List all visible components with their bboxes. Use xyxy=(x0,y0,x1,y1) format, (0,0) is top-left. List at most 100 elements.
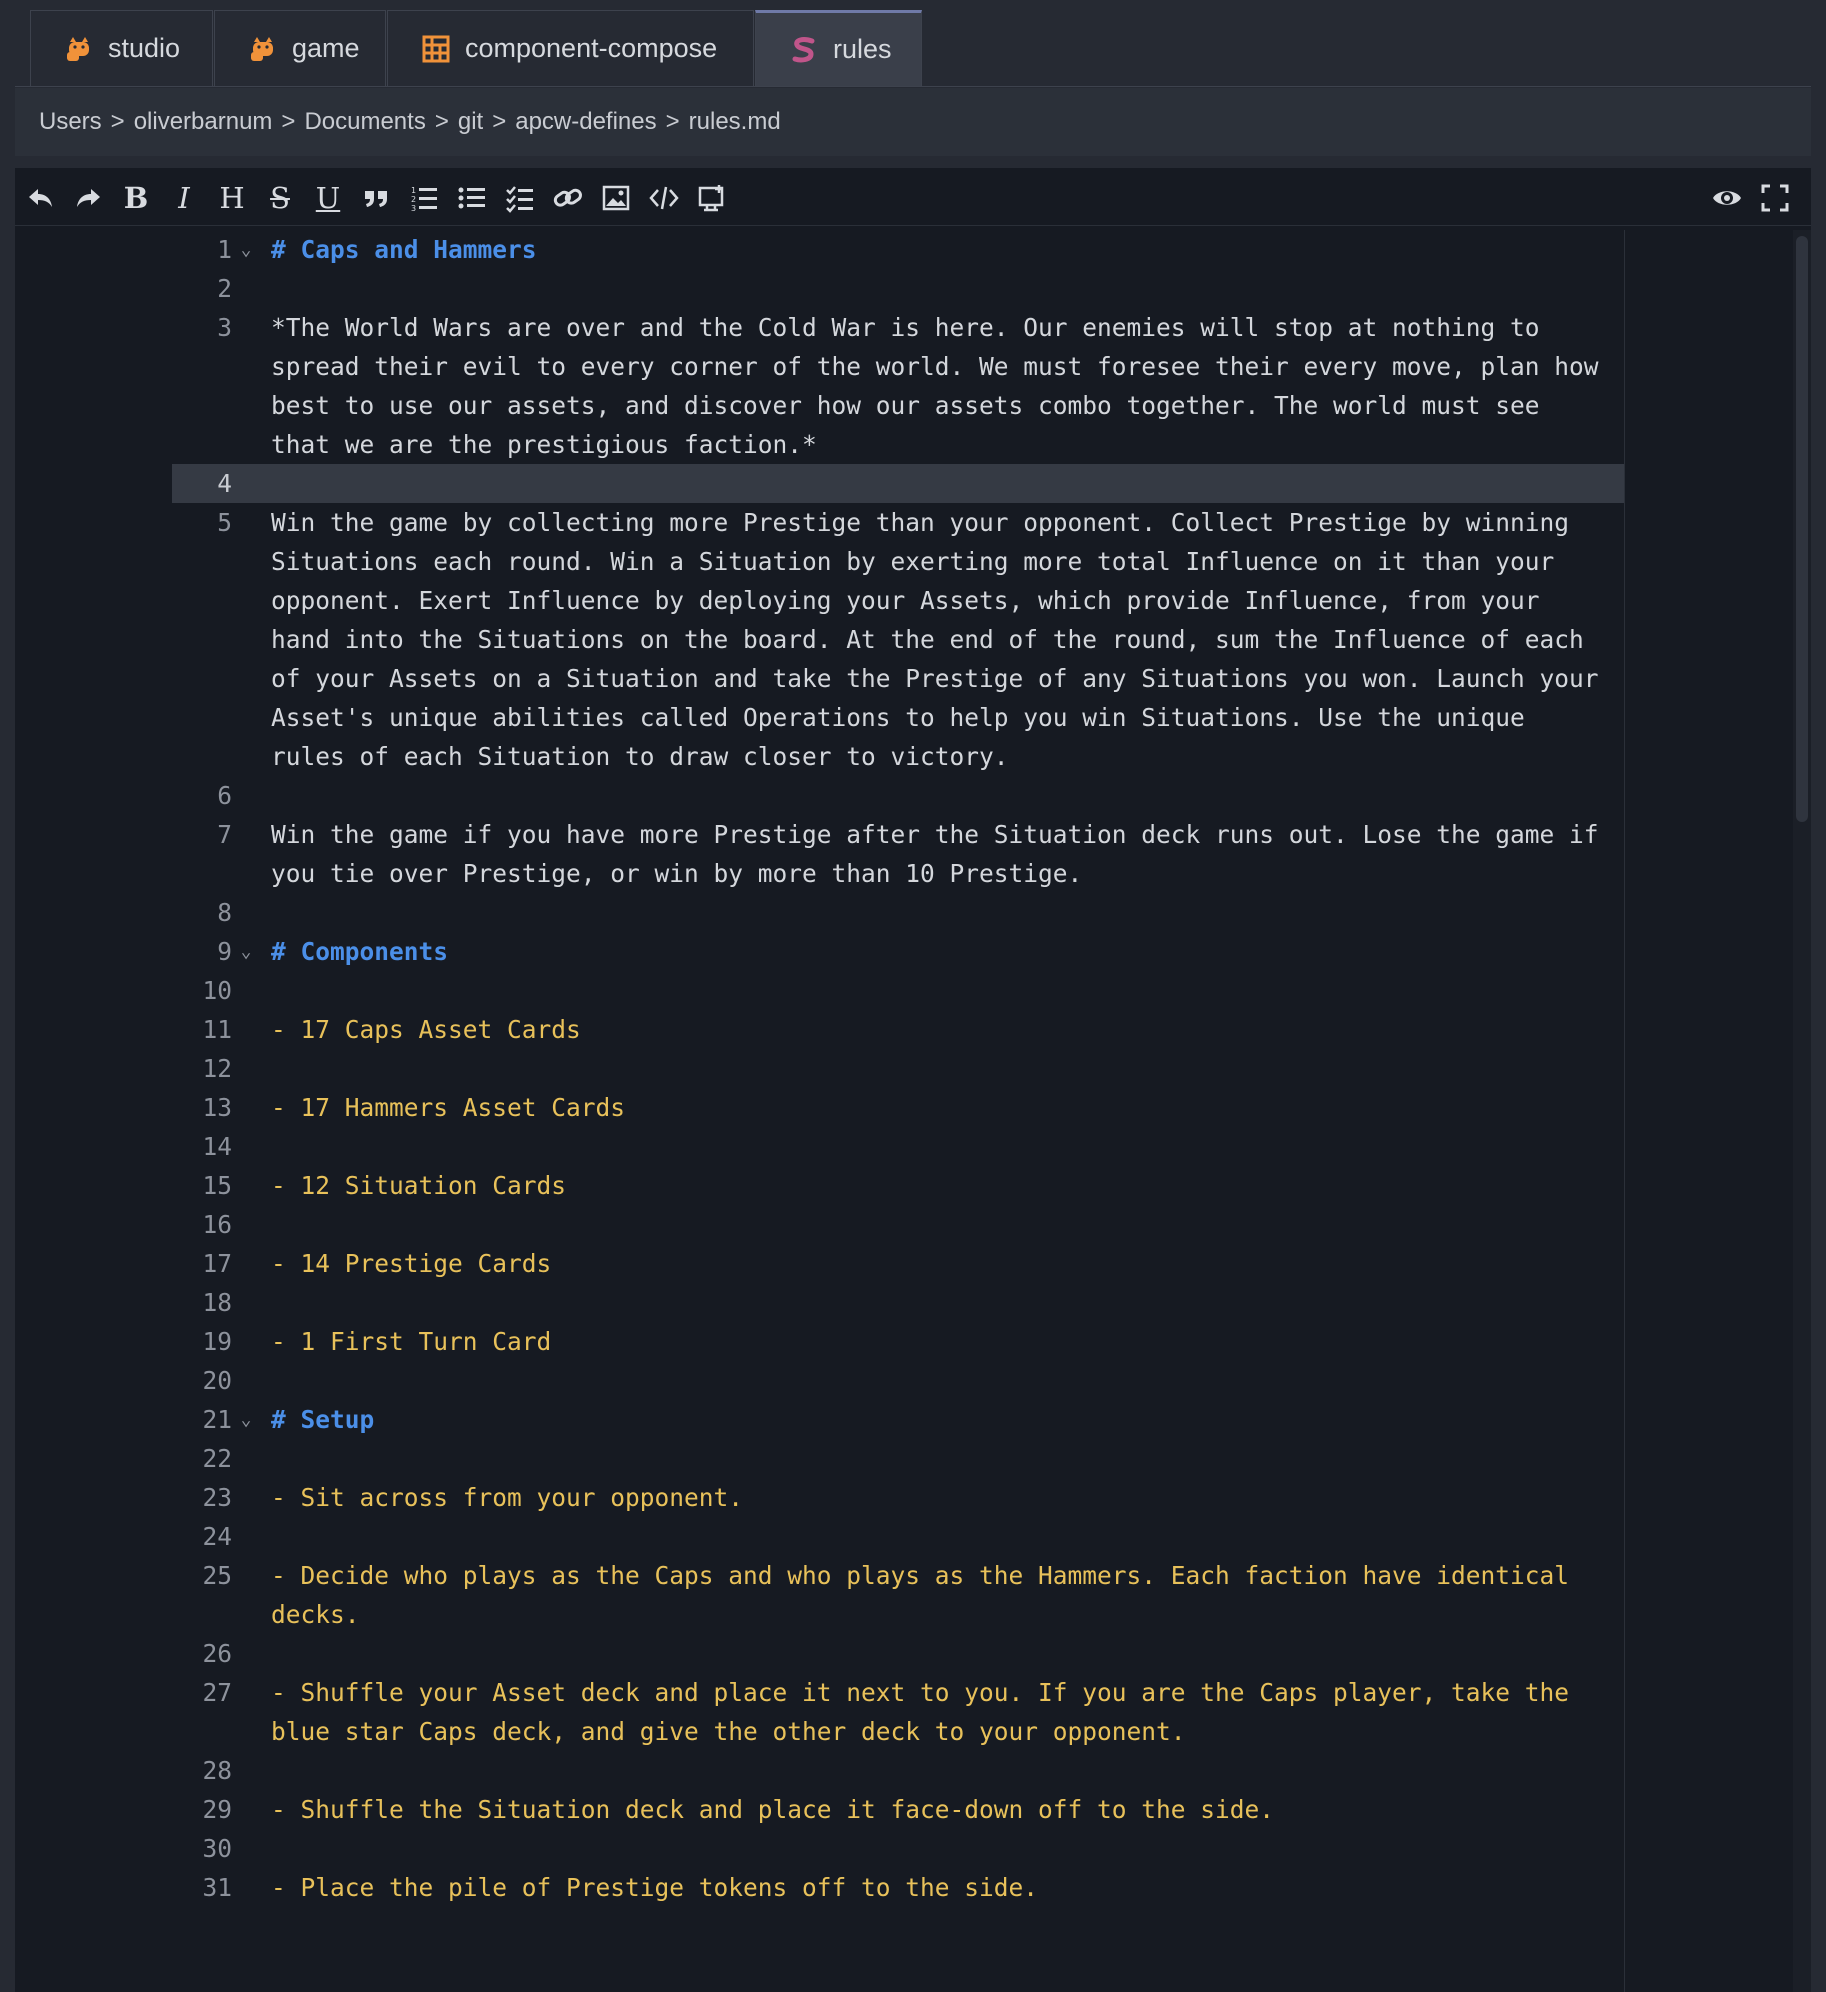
paragraph-text[interactable] xyxy=(260,776,1624,815)
fullscreen-button[interactable] xyxy=(1755,178,1795,218)
breadcrumb-item[interactable]: Users xyxy=(39,108,102,136)
paragraph-text[interactable] xyxy=(260,971,1624,1010)
editor-line[interactable]: 8 xyxy=(172,893,1624,932)
editor-line[interactable]: 6 xyxy=(172,776,1624,815)
redo-button[interactable] xyxy=(68,178,108,218)
checklist-button[interactable] xyxy=(500,178,540,218)
tab-component-compose[interactable]: component-compose xyxy=(387,10,754,86)
list-item-text[interactable]: - Place the pile of Prestige tokens off … xyxy=(260,1868,1624,1907)
editor-line[interactable]: 16 xyxy=(172,1205,1624,1244)
paragraph-text[interactable] xyxy=(260,1205,1624,1244)
breadcrumb-item[interactable]: Documents xyxy=(304,108,425,136)
heading-text[interactable]: # Caps and Hammers xyxy=(260,230,1624,269)
editor-line[interactable]: 13 - 17 Hammers Asset Cards xyxy=(172,1088,1624,1127)
italic-button[interactable]: I xyxy=(164,178,204,218)
list-item-text[interactable]: - 12 Situation Cards xyxy=(260,1166,1624,1205)
list-item-text[interactable]: - 14 Prestige Cards xyxy=(260,1244,1624,1283)
editor-line[interactable]: 14 xyxy=(172,1127,1624,1166)
strikethrough-button[interactable]: S xyxy=(260,178,300,218)
editor-line[interactable]: 23 - Sit across from your opponent. xyxy=(172,1478,1624,1517)
editor-line[interactable]: 4 xyxy=(172,464,1624,503)
editor-line[interactable]: 18 xyxy=(172,1283,1624,1322)
line-number: 17 xyxy=(202,1249,232,1278)
paragraph-text[interactable]: *The World Wars are over and the Cold Wa… xyxy=(260,308,1624,464)
paragraph-text[interactable] xyxy=(260,1283,1624,1322)
editor-line[interactable]: 19 - 1 First Turn Card xyxy=(172,1322,1624,1361)
heading-text[interactable]: # Setup xyxy=(260,1400,1624,1439)
editor-line[interactable]: 30 xyxy=(172,1829,1624,1868)
underline-button[interactable]: U xyxy=(308,178,348,218)
fold-chevron-icon[interactable]: ⌄ xyxy=(232,230,260,269)
paragraph-text[interactable] xyxy=(260,1517,1624,1556)
editor-line[interactable]: 15 - 12 Situation Cards xyxy=(172,1166,1624,1205)
list-item-text[interactable]: - Shuffle your Asset deck and place it n… xyxy=(260,1673,1624,1751)
list-item-text[interactable]: - 17 Hammers Asset Cards xyxy=(260,1088,1624,1127)
heading-button[interactable]: H xyxy=(212,178,252,218)
tab-game[interactable]: game xyxy=(214,10,386,86)
breadcrumb-separator: > xyxy=(492,108,507,135)
line-number: 27 xyxy=(202,1678,232,1707)
tab-rules[interactable]: rules xyxy=(755,10,922,86)
ordered-list-button[interactable]: 1 2 3 xyxy=(404,178,444,218)
paragraph-text[interactable] xyxy=(260,1439,1624,1478)
paragraph-text[interactable] xyxy=(260,1751,1624,1790)
unordered-list-button[interactable] xyxy=(452,178,492,218)
editor-line[interactable]: 29 - Shuffle the Situation deck and place… xyxy=(172,1790,1624,1829)
list-item-text[interactable]: - Shuffle the Situation deck and place i… xyxy=(260,1790,1624,1829)
editor-line[interactable]: 10 xyxy=(172,971,1624,1010)
list-item-text[interactable]: - Sit across from your opponent. xyxy=(260,1478,1624,1517)
paragraph-text[interactable] xyxy=(260,1634,1624,1673)
code-area[interactable]: 1 ⌄ # Caps and Hammers 2 3 *The World Wars ar… xyxy=(172,230,1624,1992)
scrollbar-thumb[interactable] xyxy=(1796,236,1808,822)
editor-line[interactable]: 1 ⌄ # Caps and Hammers xyxy=(172,230,1624,269)
link-button[interactable] xyxy=(548,178,588,218)
fold-chevron-icon[interactable]: ⌄ xyxy=(232,1400,260,1439)
paragraph-text[interactable] xyxy=(260,269,1624,308)
editor-line[interactable]: 27 - Shuffle your Asset deck and place it… xyxy=(172,1673,1624,1751)
paragraph-text[interactable] xyxy=(260,893,1624,932)
editor-line[interactable]: 3 *The World Wars are over and the Cold W… xyxy=(172,308,1624,464)
editor-line[interactable]: 17 - 14 Prestige Cards xyxy=(172,1244,1624,1283)
editor-line[interactable]: 21 ⌄ # Setup xyxy=(172,1400,1624,1439)
preview-button[interactable] xyxy=(1707,178,1747,218)
breadcrumb-item[interactable]: git xyxy=(458,108,483,136)
list-item-text[interactable]: - Decide who plays as the Caps and who p… xyxy=(260,1556,1624,1634)
list-item-text[interactable]: - 17 Caps Asset Cards xyxy=(260,1010,1624,1049)
breadcrumb-current-file[interactable]: rules.md xyxy=(689,108,781,136)
paragraph-text[interactable]: Win the game by collecting more Prestige… xyxy=(260,503,1624,776)
paragraph-text[interactable]: Win the game if you have more Prestige a… xyxy=(260,815,1624,893)
bold-button[interactable]: B xyxy=(116,178,156,218)
editor-line[interactable]: 26 xyxy=(172,1634,1624,1673)
editor-line[interactable]: 9 ⌄ # Components xyxy=(172,932,1624,971)
editor-line[interactable]: 7 Win the game if you have more Prestige … xyxy=(172,815,1624,893)
unordered-list-icon xyxy=(458,187,485,209)
paragraph-text[interactable] xyxy=(260,1829,1624,1868)
image-button[interactable] xyxy=(596,178,636,218)
tab-studio[interactable]: studio xyxy=(30,10,213,86)
editor-line[interactable]: 5 Win the game by collecting more Prestig… xyxy=(172,503,1624,776)
editor-line[interactable]: 31 - Place the pile of Prestige tokens of… xyxy=(172,1868,1624,1907)
code-button[interactable] xyxy=(644,178,684,218)
editor-line[interactable]: 28 xyxy=(172,1751,1624,1790)
heading-text[interactable]: # Components xyxy=(260,932,1624,971)
breadcrumb-item[interactable]: oliverbarnum xyxy=(134,108,273,136)
paragraph-text[interactable] xyxy=(260,464,1624,503)
breadcrumb-item[interactable]: apcw-defines xyxy=(515,108,656,136)
vertical-scrollbar[interactable] xyxy=(1793,230,1811,1992)
paragraph-text[interactable] xyxy=(260,1127,1624,1166)
editor-line[interactable]: 24 xyxy=(172,1517,1624,1556)
fold-chevron-icon[interactable]: ⌄ xyxy=(232,932,260,971)
editor-line[interactable]: 22 xyxy=(172,1439,1624,1478)
editor-line[interactable]: 20 xyxy=(172,1361,1624,1400)
undo-button[interactable] xyxy=(21,178,61,218)
paragraph-text[interactable] xyxy=(260,1049,1624,1088)
table-button[interactable] xyxy=(692,178,732,218)
list-item-text[interactable]: - 1 First Turn Card xyxy=(260,1322,1624,1361)
quote-button[interactable] xyxy=(356,178,396,218)
fold-gutter xyxy=(232,464,260,503)
editor-line[interactable]: 25 - Decide who plays as the Caps and who… xyxy=(172,1556,1624,1634)
editor-line[interactable]: 2 xyxy=(172,269,1624,308)
editor-line[interactable]: 11 - 17 Caps Asset Cards xyxy=(172,1010,1624,1049)
paragraph-text[interactable] xyxy=(260,1361,1624,1400)
editor-line[interactable]: 12 xyxy=(172,1049,1624,1088)
